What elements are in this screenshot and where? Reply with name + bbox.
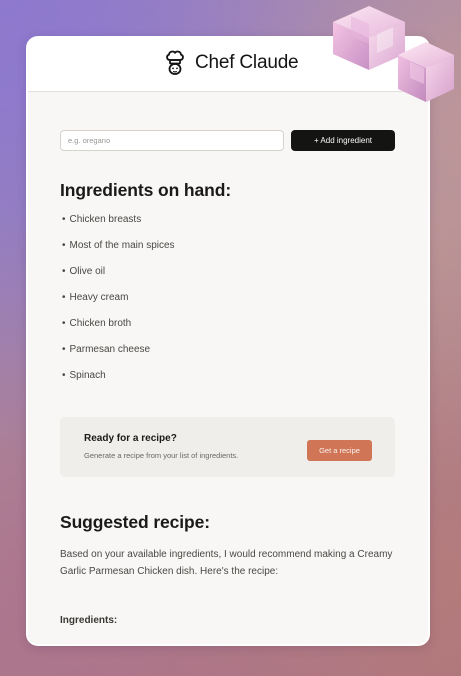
ingredient-label: Chicken broth bbox=[69, 318, 132, 329]
recipe-intro-text: Based on your available ingredients, I w… bbox=[60, 549, 393, 577]
ingredient-item: • Olive oil bbox=[62, 265, 175, 291]
ingredient-label: Parmesan cheese bbox=[69, 344, 151, 355]
ingredients-list: • Chicken breasts • Most of the main spices… bbox=[62, 213, 175, 395]
app-card: Chef Claude + Add ingredient Ingredients… bbox=[26, 36, 430, 646]
bullet-marker: • bbox=[62, 214, 66, 225]
add-ingredient-button[interactable]: + Add ingredient bbox=[291, 130, 395, 151]
ingredient-item: • Chicken breasts bbox=[62, 213, 175, 239]
cta-subtitle: Generate a recipe from your list of ingr… bbox=[84, 451, 239, 460]
ingredient-label: Most of the main spices bbox=[69, 240, 175, 251]
ingredients-heading: Ingredients on hand: bbox=[60, 180, 232, 200]
ingredient-item: • Most of the main spices bbox=[62, 239, 175, 265]
bullet-marker: • bbox=[62, 240, 66, 251]
ingredient-label: Chicken breasts bbox=[69, 214, 142, 225]
bullet-marker: • bbox=[62, 344, 66, 355]
ingredient-item: • Chicken broth bbox=[62, 317, 175, 343]
ingredient-label: Spinach bbox=[69, 370, 106, 381]
ingredient-label: Olive oil bbox=[69, 266, 106, 277]
recipe-cta-box: Ready for a recipe? Generate a recipe fr… bbox=[60, 417, 395, 477]
app-title: Chef Claude bbox=[195, 52, 299, 73]
chef-hat-icon bbox=[166, 50, 184, 75]
ingredient-item: • Spinach bbox=[62, 369, 175, 395]
bullet-marker: • bbox=[62, 292, 66, 303]
recipe-ingredients-heading: Ingredients: bbox=[60, 615, 118, 626]
app-logo: Chef Claude bbox=[163, 48, 299, 78]
ingredient-label: Heavy cream bbox=[69, 292, 129, 303]
ingredient-item: • Parmesan cheese bbox=[62, 343, 175, 369]
bullet-marker: • bbox=[62, 370, 66, 381]
ingredient-item: • Heavy cream bbox=[62, 291, 175, 317]
get-recipe-button[interactable]: Get a recipe bbox=[307, 440, 372, 461]
suggested-recipe-heading: Suggested recipe: bbox=[60, 512, 211, 532]
bullet-marker: • bbox=[62, 318, 66, 329]
cube-icon bbox=[398, 42, 454, 102]
ingredient-input[interactable] bbox=[60, 130, 284, 151]
bullet-marker: • bbox=[62, 266, 66, 277]
cta-title: Ready for a recipe? bbox=[84, 433, 177, 444]
